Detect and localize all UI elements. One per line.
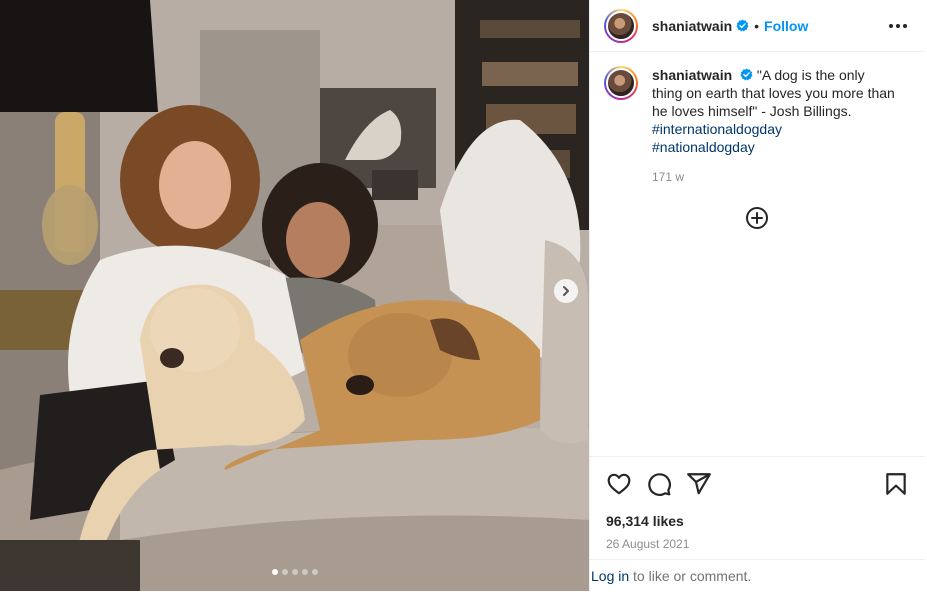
follow-button[interactable]: Follow — [764, 18, 808, 34]
post-caption: shaniatwain "A dog is the only thing on … — [590, 52, 925, 186]
likes-count[interactable]: 96,314 likes — [590, 497, 925, 529]
caption-body: shaniatwain "A dog is the only thing on … — [652, 66, 896, 186]
bookmark-icon[interactable] — [883, 471, 909, 497]
post-photo[interactable] — [0, 0, 589, 591]
comment-icon[interactable] — [646, 471, 672, 497]
carousel-dot — [301, 569, 308, 575]
post-header: shaniatwain • Follow — [590, 0, 925, 52]
hashtag-link[interactable]: #internationaldogday — [652, 120, 896, 138]
login-link[interactable]: Log in — [591, 568, 629, 584]
author-username[interactable]: shaniatwain — [652, 18, 732, 34]
carousel-dot — [271, 569, 278, 575]
photo-scene — [0, 0, 589, 591]
send-icon[interactable] — [686, 471, 712, 497]
post-date: 26 August 2021 — [606, 537, 690, 551]
post-side-panel: shaniatwain • Follow shaniatwain "A dog … — [589, 0, 925, 591]
add-circle-icon[interactable] — [745, 206, 769, 230]
carousel-dot — [291, 569, 298, 575]
post-actions: 96,314 likes 26 August 2021 — [590, 456, 925, 560]
verified-badge-icon — [740, 68, 753, 81]
separator-dot: • — [754, 17, 760, 34]
more-options-icon[interactable] — [885, 20, 911, 32]
author-avatar[interactable] — [604, 8, 638, 43]
carousel-dot — [311, 569, 318, 575]
caption-avatar[interactable] — [604, 66, 638, 100]
verified-badge-icon — [736, 19, 749, 32]
next-slide-button[interactable] — [554, 279, 578, 303]
carousel-dot — [281, 569, 288, 575]
heart-icon[interactable] — [606, 471, 632, 497]
chevron-right-icon — [563, 286, 569, 296]
carousel-dots — [0, 569, 589, 575]
caption-username[interactable]: shaniatwain — [652, 67, 732, 83]
login-prompt-text: to like or comment. — [629, 568, 752, 584]
post-time-ago: 171 w — [652, 170, 685, 184]
action-icons-row — [590, 457, 925, 497]
page-bottom-strip — [0, 591, 927, 597]
login-prompt: Log in to like or comment. — [590, 559, 925, 591]
hashtag-link[interactable]: #nationaldogday — [652, 138, 896, 156]
